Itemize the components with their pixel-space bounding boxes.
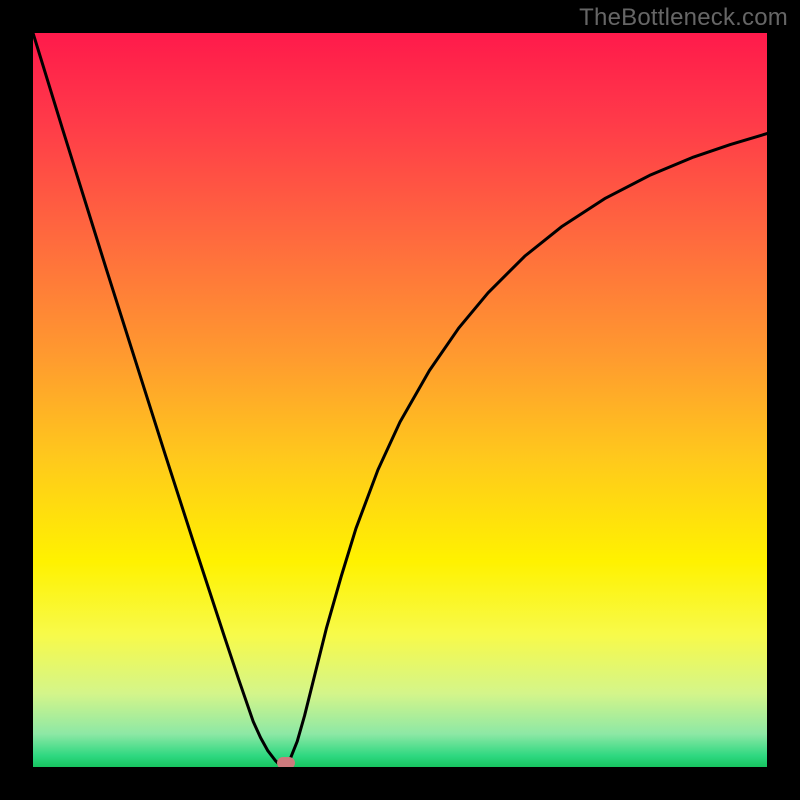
chart-svg bbox=[33, 33, 767, 767]
gradient-background bbox=[33, 33, 767, 767]
plot-area bbox=[33, 33, 767, 767]
chart-frame: TheBottleneck.com bbox=[0, 0, 800, 800]
watermark-text: TheBottleneck.com bbox=[579, 4, 788, 32]
optimal-point-marker bbox=[277, 757, 295, 767]
